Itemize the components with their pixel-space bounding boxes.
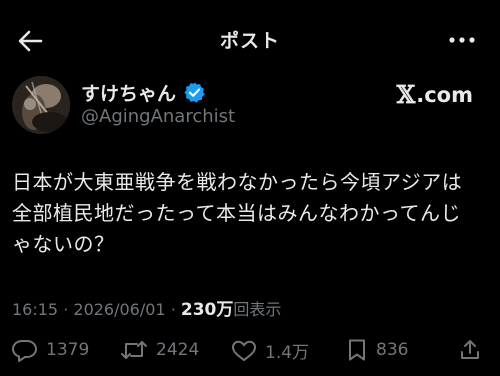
repost-count: 2424	[156, 340, 200, 360]
brand-logo: 𝕏 .com	[397, 80, 473, 109]
bookmark-icon	[349, 339, 365, 361]
meta-separator: ·	[63, 300, 69, 319]
x-logo-icon: 𝕏	[396, 80, 416, 109]
like-count: 1.4万	[265, 343, 310, 363]
action-bar: 1379 2424 1.4万 836	[0, 332, 500, 368]
more-options-button[interactable]	[448, 30, 476, 50]
views-label: 回表示	[233, 300, 282, 319]
share-button[interactable]	[458, 338, 482, 362]
reply-count: 1379	[46, 340, 90, 360]
heart-icon	[232, 340, 256, 361]
reply-button[interactable]: 1379	[12, 338, 89, 362]
author-name[interactable]: すけちゃん	[81, 79, 176, 106]
post-detail-page: ポスト すけちゃん @AgingAnarchist 𝕏 .com 日本が大東亜戦…	[0, 0, 500, 376]
author-name-row[interactable]: すけちゃん	[81, 79, 206, 106]
like-button[interactable]: 1.4万	[231, 338, 309, 363]
top-bar: ポスト	[0, 0, 500, 78]
repost-icon	[121, 341, 147, 359]
post-text-line: 全部植民地だったって本当はみんなわかってんじ	[12, 201, 461, 225]
bookmark-button[interactable]: 836	[346, 338, 408, 362]
brand-suffix: .com	[416, 82, 473, 107]
verified-badge-icon	[184, 82, 205, 103]
post-text-line: 日本が大東亜戦争を戦わなかったら今頃アジアは	[12, 170, 463, 194]
post-date[interactable]: 2026/06/01	[73, 300, 165, 319]
author-handle[interactable]: @AgingAnarchist	[81, 106, 235, 127]
post-text-line: ゃないの？	[12, 232, 115, 256]
avatar[interactable]	[12, 76, 70, 134]
share-icon	[461, 340, 479, 359]
page-title: ポスト	[219, 30, 280, 52]
post-meta: 16:15 · 2026/06/01 · 230万回表示	[12, 295, 281, 320]
meta-separator: ·	[170, 300, 176, 319]
post-time[interactable]: 16:15	[12, 300, 58, 319]
post-text: 日本が大東亜戦争を戦わなかったら今頃アジアは 全部植民地だったって本当はみんなわ…	[12, 167, 488, 260]
views-count[interactable]: 230万	[181, 300, 234, 320]
bookmark-count: 836	[376, 340, 409, 360]
avatar-image	[12, 76, 70, 134]
repost-button[interactable]: 2424	[120, 338, 199, 362]
more-horizontal-icon	[449, 37, 475, 43]
reply-icon	[12, 339, 37, 362]
